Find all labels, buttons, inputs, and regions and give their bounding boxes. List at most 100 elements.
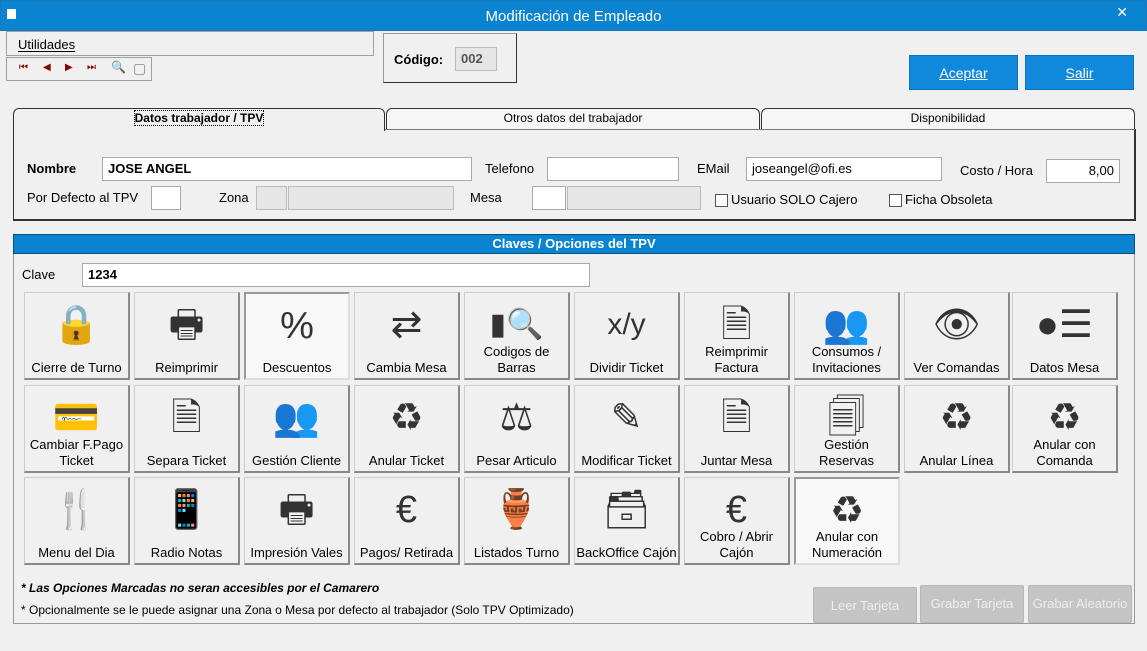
option-label: Pagos/ Retirada	[359, 545, 454, 560]
mesa-code-field[interactable]	[532, 186, 566, 210]
option-button[interactable]: 🖶 Reimprimir	[134, 292, 240, 380]
option-label: Cobro / Abrir Cajón	[700, 529, 773, 560]
costo-field[interactable]: 8,00	[1046, 159, 1120, 183]
tab-panel: Nombre JOSE ANGEL Telefono EMail joseang…	[13, 129, 1136, 221]
jar-icon: 🏺	[492, 489, 541, 531]
option-label: Gestión Reservas	[819, 437, 874, 468]
option-label: Cambia Mesa	[366, 360, 447, 375]
option-button[interactable]: 🖶 Impresión Vales	[244, 477, 350, 565]
merge-documents-icon: 🗎	[721, 397, 752, 439]
checkbox-box[interactable]	[889, 194, 902, 208]
option-label: Ver Comandas	[913, 360, 1000, 375]
cash-drawer-icon: 🗃	[602, 489, 651, 531]
option-button[interactable]: 💳 Cambiar F.Pago Ticket	[24, 385, 130, 473]
option-button[interactable]: ♻ Anular con Numeración	[794, 477, 900, 565]
option-label: Modificar Ticket	[581, 453, 672, 468]
clave-label: Clave	[22, 267, 56, 282]
split-document-icon: 🗎	[171, 397, 202, 439]
option-button[interactable]: 🏺 Listados Turno	[464, 477, 570, 565]
option-label: Juntar Mesa	[700, 453, 773, 468]
option-label: Codigos de Barras	[483, 344, 550, 375]
aceptar-button[interactable]: Aceptar	[909, 55, 1018, 90]
printer-icon: 🖶	[278, 489, 315, 531]
mobile-wireless-icon: 📱	[162, 489, 211, 531]
lock-icon: 🔒	[52, 304, 101, 346]
option-button[interactable]: 🔒 Cierre de Turno	[24, 292, 130, 380]
option-label: Pesar Articulo	[476, 453, 557, 468]
zona-label: Zona	[219, 190, 249, 205]
grabar-tarjeta-button[interactable]: Grabar Tarjeta	[920, 585, 1024, 623]
option-button[interactable]: ♻ Anular con Comanda	[1012, 385, 1118, 473]
nombre-label: Nombre	[27, 161, 77, 176]
option-button[interactable]: 🍴 Menu del Dia	[24, 477, 130, 565]
clave-field[interactable]: 1234	[82, 263, 590, 287]
scale-icon: ⚖	[499, 397, 534, 439]
email-field[interactable]: joseangel@ofi.es	[746, 157, 942, 181]
tab-datos-trabajador[interactable]: Datos trabajador / TPV	[13, 108, 385, 131]
last-record-icon[interactable]: ⏭	[87, 62, 96, 73]
tab-otros-datos[interactable]: Otros datos del trabajador	[386, 108, 760, 129]
nombre-field[interactable]: JOSE ANGEL	[102, 157, 472, 181]
option-button[interactable]: ▮🔍 Codigos de Barras	[464, 292, 570, 380]
prev-record-icon[interactable]: ◀	[43, 62, 51, 73]
tab-label: Datos trabajador / TPV	[133, 110, 265, 126]
option-button[interactable]: ⇄ Cambia Mesa	[354, 292, 460, 380]
defecto-label: Por Defecto al TPV	[27, 190, 139, 205]
codigo-label: Código:	[394, 52, 444, 67]
option-button[interactable]: 👥 Gestión Cliente	[244, 385, 350, 473]
codigo-panel: Código: 002	[383, 33, 517, 83]
option-button[interactable]: 🗃 BackOffice Cajón	[574, 477, 680, 565]
option-label: Descuentos	[262, 360, 332, 375]
option-button[interactable]: 👥 Consumos / Invitaciones	[794, 292, 900, 380]
email-label: EMail	[697, 161, 730, 176]
grabar-aleatorio-button[interactable]: Grabar Aleatorio	[1028, 585, 1132, 623]
salir-button[interactable]: Salir	[1025, 55, 1134, 90]
option-button[interactable]: ♻ Anular Línea	[904, 385, 1010, 473]
option-button[interactable]: 🗎 Juntar Mesa	[684, 385, 790, 473]
document-eye-icon: 👁	[932, 304, 981, 346]
option-button[interactable]: 🗎 Separa Ticket	[134, 385, 240, 473]
ficha-obsoleta-checkbox[interactable]: Ficha Obsoleta	[889, 192, 993, 208]
option-label: Anular Línea	[919, 453, 994, 468]
option-button[interactable]: 🗐 Gestión Reservas	[794, 385, 900, 473]
option-label: Anular con Comanda	[1033, 437, 1096, 468]
option-label: Separa Ticket	[146, 453, 227, 468]
first-record-icon[interactable]: ⏮	[19, 62, 28, 73]
document-icon[interactable]: ▢	[133, 60, 146, 77]
checkbox-label: Usuario SOLO Cajero	[731, 192, 858, 207]
window-title: Modificación de Empleado	[485, 8, 662, 25]
option-label: Consumos / Invitaciones	[811, 344, 882, 375]
option-button[interactable]: 🗎 Reimprimir Factura	[684, 292, 790, 380]
option-button[interactable]: ✎ Modificar Ticket	[574, 385, 680, 473]
telefono-field[interactable]	[547, 157, 679, 181]
next-record-icon[interactable]: ▶	[65, 62, 73, 73]
close-button[interactable]: ✕	[1116, 4, 1128, 21]
edit-document-icon: ✎	[610, 397, 643, 439]
option-button[interactable]: € Pagos/ Retirada	[354, 477, 460, 565]
option-button[interactable]: ●☰ Datos Mesa	[1012, 292, 1118, 380]
title-bar: Modificación de Empleado ✕	[0, 0, 1147, 31]
defecto-field[interactable]	[151, 186, 181, 210]
solo-cajero-checkbox[interactable]: Usuario SOLO Cajero	[715, 192, 858, 208]
option-button[interactable]: % Descuentos	[244, 292, 350, 380]
option-button[interactable]: 📱 Radio Notas	[134, 477, 240, 565]
option-button[interactable]: ⚖ Pesar Articulo	[464, 385, 570, 473]
option-button[interactable]: ♻ Anular Ticket	[354, 385, 460, 473]
option-button[interactable]: 👁 Ver Comandas	[904, 292, 1010, 380]
menu-utilidades[interactable]: Utilidades	[18, 37, 75, 52]
option-label: Listados Turno	[473, 545, 560, 560]
zona-name-field	[288, 186, 454, 210]
leer-tarjeta-button[interactable]: Leer Tarjeta	[813, 587, 917, 623]
tab-disponibilidad[interactable]: Disponibilidad	[761, 108, 1135, 129]
percent-icon: %	[280, 305, 314, 347]
codigo-field: 002	[455, 47, 497, 71]
option-label: Menu del Dia	[38, 545, 115, 560]
checkbox-box[interactable]	[715, 194, 728, 208]
binoculars-icon[interactable]: 🔍	[111, 60, 126, 74]
option-button[interactable]: € Cobro / Abrir Cajón	[684, 477, 790, 565]
option-button[interactable]: x/y Dividir Ticket	[574, 292, 680, 380]
option-label: Dividir Ticket	[589, 360, 664, 375]
zona-code-field	[256, 186, 287, 210]
option-label: Cambiar F.Pago Ticket	[29, 437, 124, 468]
checkbox-label: Ficha Obsoleta	[905, 192, 993, 207]
